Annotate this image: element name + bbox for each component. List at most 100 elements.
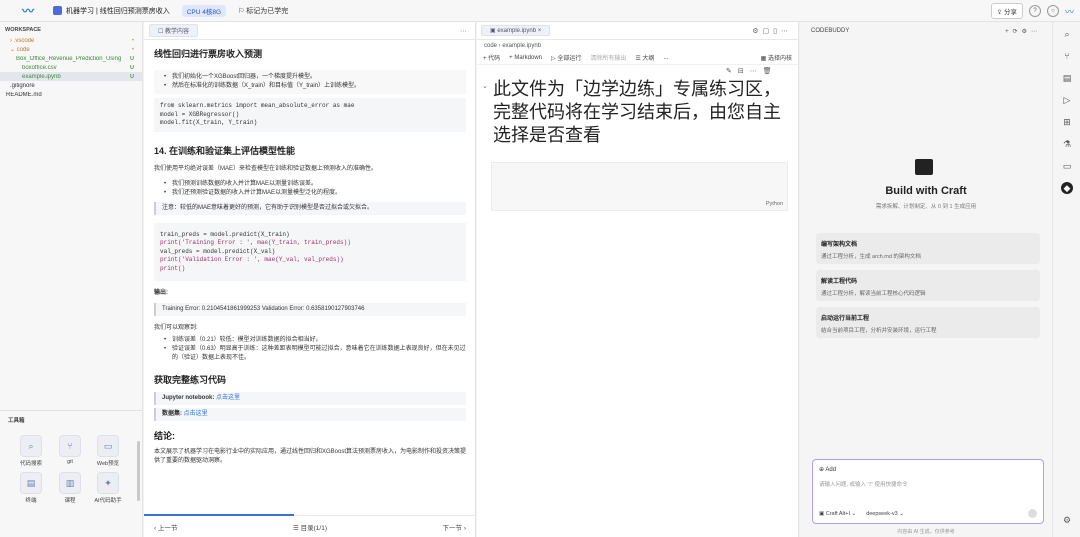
chat-input-footer: ▣ Craft Alt+I ⌄ deepseek-v3 ⌄ [819, 511, 904, 517]
extensions-icon[interactable]: ⊞ [1061, 116, 1073, 128]
terminal-icon[interactable]: ▤ [1061, 72, 1073, 84]
tool-git[interactable]: ⑂ git [55, 435, 85, 465]
panel-icon[interactable]: ▭ [1061, 160, 1073, 172]
mode-selector[interactable]: ▣ Craft Alt+I ⌄ [819, 511, 856, 517]
tab-example-ipynb[interactable]: ▣ example.ipynb × [481, 25, 551, 36]
model-selector[interactable]: deepseek-v3 ⌄ [866, 511, 904, 517]
editor-actions-icon[interactable]: ⚙▢▯⋯ [752, 27, 792, 35]
toc-button[interactable]: ☰ 目录(1/1) [293, 522, 327, 532]
edit-icon[interactable]: ✎ [726, 67, 732, 75]
tree-status: U [130, 64, 134, 71]
jupyter-link[interactable]: 点击这里 [216, 395, 240, 401]
assistant-panel: CODEBUDDY +⟳⚙⋯ Build with Craft 需求拆解、计划制… [800, 22, 1052, 537]
chat-input[interactable]: ⊕ Add 请输入问题, 或输入 "/" 使用快捷命令 ▣ Craft Alt+… [812, 459, 1044, 524]
jupyter-row: Jupyter notebook: 点击这里 [154, 392, 466, 405]
code-line: train_preds = model.predict(X_train) [160, 230, 290, 238]
tab-label: 教学内容 [165, 29, 190, 35]
project-title[interactable]: 机器学习 | 线性回归预测票房收入 [66, 6, 170, 16]
tool-code-search[interactable]: ⌕ 代码搜索 [16, 435, 46, 467]
cpu-badge[interactable]: CPU 4核8G [181, 4, 227, 17]
notebook-toolbar: + 代码 + Markdown ▷ 全部运行 清除所有输出 ☰ 大纲 ... ▦… [477, 51, 798, 65]
help-icon[interactable]: ? [1028, 5, 1041, 17]
delete-icon[interactable]: 🗑 [763, 67, 772, 75]
more-icon[interactable]: ⋯ [460, 27, 467, 35]
tool-terminal[interactable]: ▤ 终端 [16, 472, 46, 504]
assistant-header: CODEBUDDY +⟳⚙⋯ [800, 22, 1052, 41]
markdown-cell[interactable]: 此文件为「边学边练」专属练习区，完整代码将在学习结束后，由您自主选择是否查看 [493, 78, 793, 147]
send-icon[interactable] [1028, 509, 1037, 518]
assistant-actions-icon[interactable]: +⟳⚙⋯ [1005, 28, 1041, 35]
select-kernel-button[interactable]: ▦ 选择内核 [761, 53, 792, 62]
code-cell[interactable]: Python [491, 162, 788, 211]
share-button[interactable]: ⇪ 分享 [990, 3, 1023, 19]
cell-language[interactable]: Python [766, 201, 783, 207]
settings-gear-icon[interactable]: ⚙ [1061, 514, 1073, 526]
output-text: Training Error: 0.2104541861999253 Valid… [154, 303, 466, 316]
dataset-link[interactable]: 点击这里 [184, 411, 208, 417]
jupyter-label: Jupyter notebook: [162, 395, 215, 401]
more-icon[interactable]: ⋯ [750, 67, 757, 75]
paragraph: 本文展示了机器学习在电影行业中的实际应用，通过线性回归和XGBoost算法预测票… [154, 449, 467, 464]
breadcrumb: code › example.ipynb [484, 43, 542, 49]
tool-ai-assistant[interactable]: ✦ AI代码助手 [89, 472, 127, 504]
monitor-icon: ▭ [97, 435, 119, 457]
search-icon: ⌕ [20, 435, 42, 457]
code-block: from sklearn.metrics import mean_absolut… [154, 98, 466, 132]
close-icon[interactable]: × [538, 28, 542, 34]
toolbox-scrollbar[interactable] [137, 441, 140, 501]
tree-status: U [130, 55, 134, 62]
tool-web-preview[interactable]: ▭ Web预览 [93, 435, 123, 467]
search-icon[interactable]: ⌕ [1061, 28, 1073, 40]
list-item: 我们预测训练数据的收入并计算MAE以测量训练误差。 [154, 180, 466, 189]
reading-progress-bar [144, 514, 294, 516]
code-line: print('Training Error : ', mae(Y_train, … [160, 239, 351, 246]
book-icon: ▥ [59, 472, 81, 494]
tool-label: Web预览 [96, 461, 120, 467]
tool-course[interactable]: ▥ 课程 [55, 472, 85, 504]
run-debug-icon[interactable]: ▷ [1061, 94, 1073, 106]
tree-item-boxoffice-csv[interactable]: boxoffice.csv U [0, 63, 142, 72]
section-title: 获取完整练习代码 [154, 375, 227, 385]
tree-item-notebook-file[interactable]: Box_Office_Revenue_Prediction_Using... U [0, 54, 142, 63]
add-label: Add [825, 467, 837, 473]
testing-icon[interactable]: ⚗ [1061, 138, 1073, 150]
chat-icon[interactable]: ○ [1046, 5, 1059, 17]
notebook-pane: ▣ example.ipynb × ⚙▢▯⋯ code › example.ip… [477, 22, 799, 537]
add-code-button[interactable]: + 代码 [483, 53, 500, 62]
next-button[interactable]: 下一节 › [443, 522, 466, 532]
code-line: model = XGBRegressor() [160, 110, 240, 118]
suggestion-card[interactable]: 解读工程代码 通过工程分析，解读当前工程核心代码逻辑 [816, 270, 1040, 301]
split-icon[interactable]: ⊟ [738, 67, 744, 75]
tab-tutorial[interactable]: ☐ 教学内容 [149, 24, 199, 37]
suggestion-card[interactable]: 启动运行当前工程 结合当前项目工程，分析并安装环境，运行工程 [816, 307, 1040, 338]
kernel-label: 选择内核 [767, 56, 792, 62]
app-logo-icon: 〰 [22, 3, 35, 18]
outline-button[interactable]: ☰ 大纲 [635, 53, 654, 62]
source-control-icon[interactable]: ⑂ [1061, 50, 1073, 62]
card-title: 解读工程代码 [821, 279, 858, 285]
tree-item-vscode[interactable]: › .vscode • [0, 36, 142, 45]
more-button[interactable]: ... [663, 55, 668, 61]
add-markdown-button[interactable]: + Markdown [509, 55, 542, 61]
suggestion-card[interactable]: 编写架构文档 通过工程分析，生成 arch.md 的架构文档 [816, 233, 1040, 264]
prev-button[interactable]: ‹ 上一节 [154, 522, 177, 532]
code-block: train_preds = model.predict(X_train) pri… [154, 222, 466, 281]
tree-label: README.md [6, 91, 42, 98]
add-context-button[interactable]: ⊕ Add [819, 466, 836, 473]
tree-item-gitignore[interactable]: .gitignore [0, 81, 142, 90]
clear-outputs-button[interactable]: 清除所有输出 [590, 53, 626, 62]
run-all-button[interactable]: ▷ 全部运行 [551, 53, 581, 62]
tree-item-readme[interactable]: README.md [0, 90, 142, 99]
tree-item-example-ipynb[interactable]: example.ipynb U [0, 72, 142, 81]
activity-bar: ⌕ ⑂ ▤ ▷ ⊞ ⚗ ▭ ◆ ⚙ [1052, 22, 1080, 537]
tree-item-code[interactable]: ⌄ code • [0, 45, 142, 54]
ai-icon: ✦ [97, 472, 119, 494]
codebuddy-icon[interactable]: ◆ [1061, 182, 1073, 194]
collapse-chevron-icon[interactable]: ⌄ [482, 82, 488, 90]
tab-label: example.ipynb [497, 28, 537, 34]
tree-label: boxoffice.csv [22, 64, 57, 71]
mark-done-button[interactable]: ⚐ 标记为已学完 [238, 6, 288, 16]
mark-done-label: 标记为已学完 [246, 7, 289, 15]
project-icon [53, 6, 62, 15]
list-item: 然后在标准化的训练数据（X_train）和目标值（Y_train）上训练模型。 [154, 82, 466, 91]
